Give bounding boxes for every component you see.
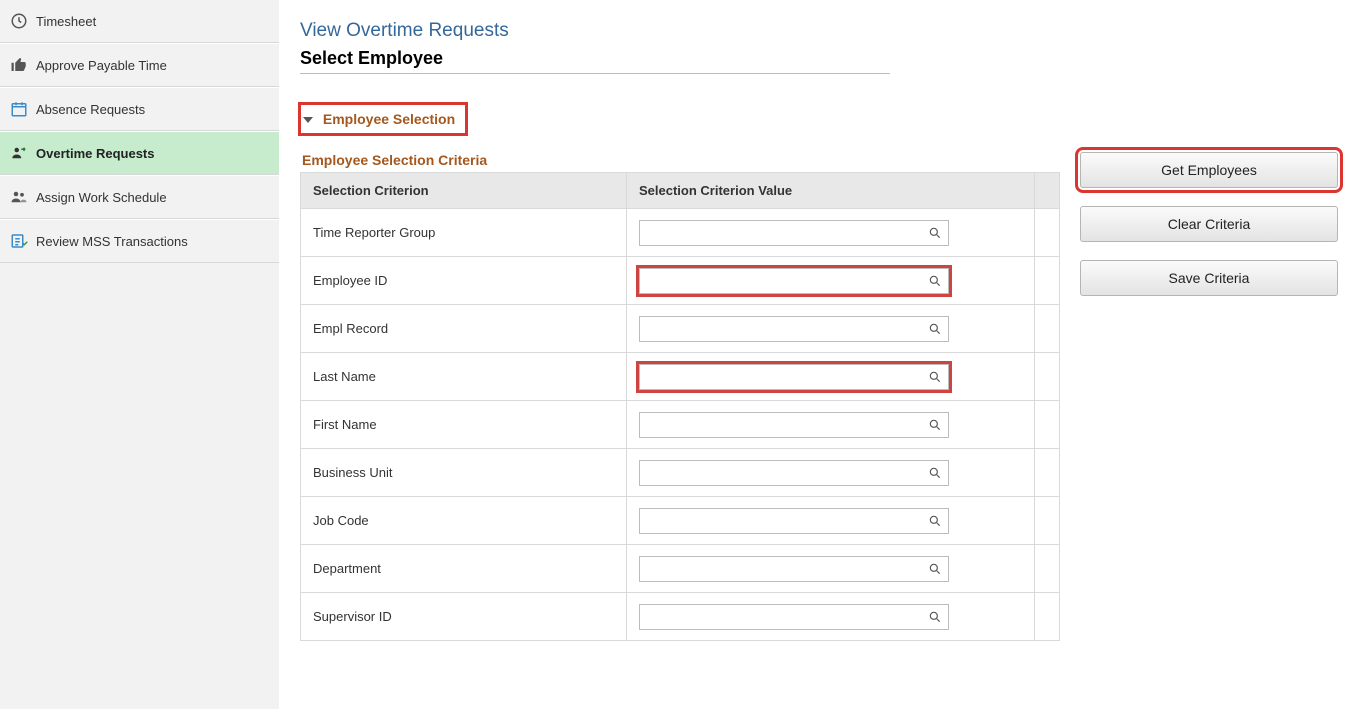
lookup-field: [639, 460, 949, 486]
col-header-criterion: Selection Criterion: [301, 173, 627, 209]
table-row: Employee ID: [301, 257, 1060, 305]
calendar-icon: [10, 100, 28, 118]
get-employees-button[interactable]: Get Employees: [1080, 152, 1338, 188]
sidebar-item-review-mss-transactions[interactable]: Review MSS Transactions: [0, 219, 279, 263]
table-row: Time Reporter Group: [301, 209, 1060, 257]
table-row: Last Name: [301, 353, 1060, 401]
criterion-label: Empl Record: [301, 305, 627, 353]
sidebar-item-label: Assign Work Schedule: [36, 190, 269, 205]
criterion-value-cell: [627, 593, 1035, 641]
search-icon[interactable]: [922, 418, 948, 432]
main-content: View Overtime Requests Select Employee E…: [280, 0, 1358, 709]
lookup-field: [639, 364, 949, 390]
save-criteria-button[interactable]: Save Criteria: [1080, 260, 1338, 296]
criterion-label: Time Reporter Group: [301, 209, 627, 257]
col-header-blank: [1034, 173, 1059, 209]
criterion-label: Last Name: [301, 353, 627, 401]
section-header-label: Employee Selection: [323, 111, 455, 127]
search-icon[interactable]: [922, 226, 948, 240]
lookup-field: [639, 412, 949, 438]
search-icon[interactable]: [922, 610, 948, 624]
blank-cell: [1034, 305, 1059, 353]
criterion-input[interactable]: [640, 606, 922, 628]
criterion-input[interactable]: [640, 318, 922, 340]
page-subtitle: Select Employee: [300, 48, 890, 74]
blank-cell: [1034, 353, 1059, 401]
blank-cell: [1034, 545, 1059, 593]
sidebar-item-label: Approve Payable Time: [36, 58, 269, 73]
clock-icon: [10, 12, 28, 30]
search-icon[interactable]: [922, 274, 948, 288]
criterion-value-cell: [627, 449, 1035, 497]
users-icon: [10, 188, 28, 206]
section-header-highlight: Employee Selection: [298, 102, 468, 136]
sidebar-item-approve-payable-time[interactable]: Approve Payable Time: [0, 43, 279, 87]
blank-cell: [1034, 497, 1059, 545]
criterion-input[interactable]: [640, 510, 922, 532]
criterion-input[interactable]: [640, 366, 922, 388]
sidebar-item-label: Timesheet: [36, 14, 269, 29]
criterion-label: Job Code: [301, 497, 627, 545]
table-row: Supervisor ID: [301, 593, 1060, 641]
col-header-value: Selection Criterion Value: [627, 173, 1035, 209]
criterion-input[interactable]: [640, 558, 922, 580]
lookup-field: [639, 316, 949, 342]
sidebar-item-overtime-requests[interactable]: Overtime Requests: [0, 131, 279, 175]
criteria-table: Selection Criterion Selection Criterion …: [300, 172, 1060, 641]
criterion-label: Supervisor ID: [301, 593, 627, 641]
sidebar-item-absence-requests[interactable]: Absence Requests: [0, 87, 279, 131]
criterion-label: Employee ID: [301, 257, 627, 305]
criterion-value-cell: [627, 209, 1035, 257]
lookup-field: [639, 556, 949, 582]
sidebar-item-timesheet[interactable]: Timesheet: [0, 0, 279, 43]
criterion-label: Business Unit: [301, 449, 627, 497]
sidebar: Timesheet Approve Payable Time Absence R…: [0, 0, 280, 709]
sidebar-item-label: Absence Requests: [36, 102, 269, 117]
lookup-field: [639, 220, 949, 246]
criteria-block: Employee Selection Criteria Selection Cr…: [300, 152, 1060, 641]
employee-selection-toggle[interactable]: Employee Selection: [301, 107, 459, 131]
clear-criteria-button[interactable]: Clear Criteria: [1080, 206, 1338, 242]
criterion-input[interactable]: [640, 270, 922, 292]
user-arrow-icon: [10, 144, 28, 162]
criterion-value-cell: [627, 257, 1035, 305]
search-icon[interactable]: [922, 370, 948, 384]
sidebar-item-label: Review MSS Transactions: [36, 234, 269, 249]
search-icon[interactable]: [922, 514, 948, 528]
lookup-field: [639, 268, 949, 294]
table-row: Empl Record: [301, 305, 1060, 353]
criteria-heading: Employee Selection Criteria: [302, 152, 1060, 168]
blank-cell: [1034, 209, 1059, 257]
sidebar-item-assign-work-schedule[interactable]: Assign Work Schedule: [0, 175, 279, 219]
lookup-field: [639, 508, 949, 534]
blank-cell: [1034, 401, 1059, 449]
criterion-value-cell: [627, 305, 1035, 353]
list-check-icon: [10, 232, 28, 250]
criterion-input[interactable]: [640, 414, 922, 436]
table-row: Job Code: [301, 497, 1060, 545]
page-title: View Overtime Requests: [300, 20, 1328, 42]
sidebar-item-label: Overtime Requests: [36, 146, 269, 161]
action-column: Get Employees Clear Criteria Save Criter…: [1080, 152, 1340, 296]
blank-cell: [1034, 257, 1059, 305]
table-row: Department: [301, 545, 1060, 593]
blank-cell: [1034, 593, 1059, 641]
search-icon[interactable]: [922, 322, 948, 336]
lookup-field: [639, 604, 949, 630]
chevron-down-icon: [303, 117, 313, 123]
thumb-up-icon: [10, 56, 28, 74]
table-row: First Name: [301, 401, 1060, 449]
search-icon[interactable]: [922, 466, 948, 480]
blank-cell: [1034, 449, 1059, 497]
criterion-label: First Name: [301, 401, 627, 449]
criterion-value-cell: [627, 545, 1035, 593]
search-icon[interactable]: [922, 562, 948, 576]
table-row: Business Unit: [301, 449, 1060, 497]
criterion-input[interactable]: [640, 462, 922, 484]
criterion-label: Department: [301, 545, 627, 593]
criterion-input[interactable]: [640, 222, 922, 244]
criterion-value-cell: [627, 497, 1035, 545]
criterion-value-cell: [627, 401, 1035, 449]
criterion-value-cell: [627, 353, 1035, 401]
